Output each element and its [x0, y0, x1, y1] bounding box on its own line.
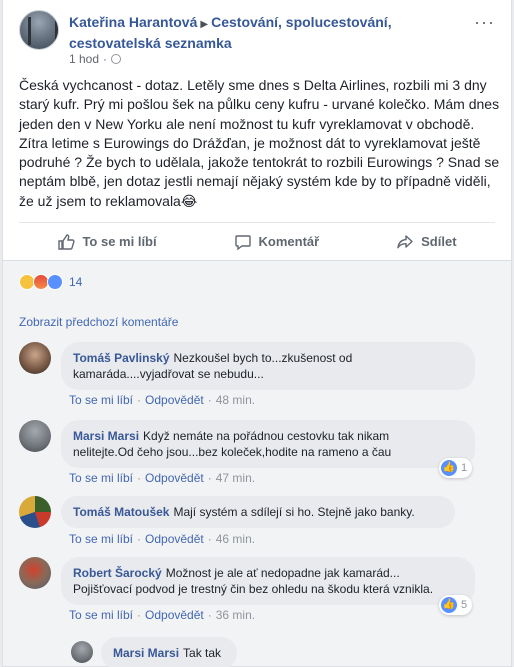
comment-bubble: Robert Šarocký Možnost je ale ať nedopadn…	[61, 557, 475, 605]
comment-avatar[interactable]	[19, 557, 51, 589]
thumbs-up-icon	[58, 233, 76, 250]
comment-author[interactable]: Robert Šarocký	[73, 566, 162, 580]
comment-avatar[interactable]	[19, 496, 51, 528]
comment-like-link[interactable]: To se mi líbí	[69, 608, 133, 622]
comment-likes-badge[interactable]: 👍 5	[439, 595, 473, 615]
post-card: Kateřina Harantová ▶ Cestování, spolucesto…	[2, 0, 512, 667]
comment-time[interactable]: 36 min.	[216, 608, 255, 622]
comment-item: Tomáš Matoušek Mají systém a sdílejí si h…	[19, 496, 495, 546]
post-time[interactable]: 1 hod	[69, 52, 99, 66]
like-button-label: To se mi líbí	[82, 234, 157, 249]
comment-text-line: kamaráda....vyjadřovat se nebudu...	[73, 367, 264, 381]
more-options-icon[interactable]: ···	[474, 12, 495, 33]
comment-text-line: nelitejte.Od čeho jsou...bez koleček,hod…	[73, 445, 392, 459]
comment-item: Marsi Marsi Když nemáte na pořádnou cesto…	[19, 420, 495, 485]
reactions-bar: 14	[3, 260, 511, 306]
comment-bubble: Tomáš Pavlinský Nezkoušel bych to...zkuše…	[61, 342, 475, 390]
comment-time[interactable]: 46 min.	[216, 532, 255, 546]
comment-text-line: Když nemáte na pořádnou cestovku tak nik…	[143, 429, 390, 443]
comment-time[interactable]: 47 min.	[216, 471, 255, 485]
post-author-line: Kateřina Harantová ▶ Cestování, spolucesto…	[69, 13, 469, 52]
post-actions: To se mi líbí Komentář Sdílet	[19, 222, 495, 260]
comment-reply-link[interactable]: Odpovědět	[145, 608, 204, 622]
comment-time[interactable]: 48 min.	[216, 393, 255, 407]
caret-right-icon: ▶	[200, 19, 209, 30]
post-meta: 1 hod ·	[69, 52, 122, 66]
comment-like-link[interactable]: To se mi líbí	[69, 471, 133, 485]
comment-text-line: Možnost je ale ať nedopadne jak kamarád.…	[165, 566, 400, 580]
comment-item: Robert Šarocký Možnost je ale ať nedopadn…	[19, 557, 495, 623]
reply-avatar[interactable]	[71, 641, 93, 663]
reply-item: Marsi Marsi Tak tak	[71, 637, 495, 667]
comment-reply-link[interactable]: Odpovědět	[145, 471, 204, 485]
comment-likes-count: 1	[461, 462, 468, 474]
share-button[interactable]: Sdílet	[396, 233, 457, 251]
reactions-summary[interactable]: 14	[19, 274, 82, 290]
comment-actions: To se mi líbí · Odpovědět · 46 min.	[69, 532, 256, 546]
comment-actions: To se mi líbí · Odpovědět · 47 min.	[69, 471, 256, 485]
comment-button[interactable]: Komentář	[234, 233, 320, 251]
comments-section: Zobrazit předchozí komentáře Tomáš Pavli…	[3, 306, 511, 667]
comment-actions: To se mi líbí · Odpovědět · 48 min.	[69, 393, 256, 407]
comment-author[interactable]: Tomáš Pavlinský	[73, 351, 170, 365]
reply-bubble: Marsi Marsi Tak tak	[101, 637, 237, 667]
share-icon	[397, 234, 413, 248]
author-avatar[interactable]	[19, 10, 59, 50]
post-body: Česká vychcanost - dotaz. Letěly sme dne…	[19, 77, 500, 209]
comment-reply-link[interactable]: Odpovědět	[145, 393, 204, 407]
comment-author[interactable]: Tomáš Matoušek	[73, 505, 169, 519]
comment-button-label: Komentář	[258, 234, 320, 249]
comment-bubble: Tomáš Matoušek Mají systém a sdílejí si h…	[61, 496, 455, 528]
comment-likes-count: 5	[461, 599, 468, 611]
comment-text-line: Nezkoušel bych to...zkušenost od	[173, 351, 353, 365]
like-button[interactable]: To se mi líbí	[57, 233, 157, 251]
reply-text: Tak tak	[183, 646, 222, 660]
author-name[interactable]: Kateřina Harantová	[69, 14, 197, 30]
comment-text-line: Mají systém a sdílejí si ho. Stejně jako…	[173, 505, 415, 519]
like-icon	[47, 274, 63, 290]
comment-item: Tomáš Pavlinský Nezkoušel bych to...zkuše…	[19, 342, 495, 407]
like-icon: 👍	[441, 460, 457, 476]
view-previous-comments-link[interactable]: Zobrazit předchozí komentáře	[19, 315, 178, 329]
comment-bubble: Marsi Marsi Když nemáte na pořádnou cesto…	[61, 420, 475, 468]
comment-text-line: Pojišťovací podvod je trestný čin bez oh…	[73, 582, 434, 596]
share-button-label: Sdílet	[421, 234, 457, 249]
reactions-count[interactable]: 14	[69, 275, 82, 289]
post-header: Kateřina Harantová ▶ Cestování, spolucesto…	[19, 10, 495, 70]
comment-likes-badge[interactable]: 👍 1	[439, 458, 473, 478]
comment-like-link[interactable]: To se mi líbí	[69, 393, 133, 407]
reply-author[interactable]: Marsi Marsi	[113, 646, 179, 660]
comment-actions: To se mi líbí · Odpovědět · 36 min.	[69, 608, 256, 622]
comment-like-link[interactable]: To se mi líbí	[69, 532, 133, 546]
comment-avatar[interactable]	[19, 420, 51, 452]
comment-author[interactable]: Marsi Marsi	[73, 429, 139, 443]
comment-avatar[interactable]	[19, 342, 51, 374]
comment-reply-link[interactable]: Odpovědět	[145, 532, 204, 546]
globe-icon[interactable]	[111, 54, 122, 64]
like-icon: 👍	[441, 597, 457, 613]
comment-icon	[234, 234, 251, 250]
